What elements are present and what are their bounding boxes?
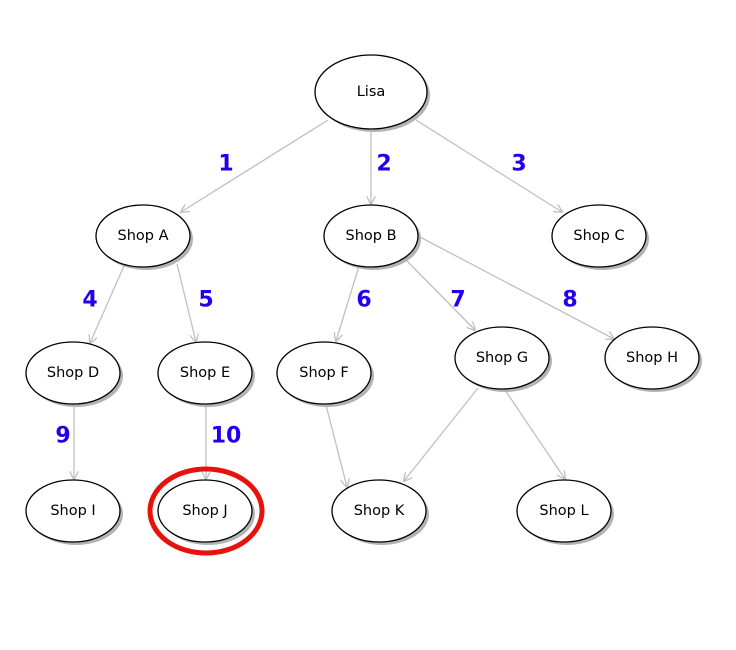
node-j[interactable]: Shop J xyxy=(147,466,265,556)
edge-label-3: 3 xyxy=(511,152,526,177)
edge-label-1: 1 xyxy=(218,152,233,177)
edge-label-9: 9 xyxy=(55,424,70,449)
node-label: Shop F xyxy=(299,365,348,381)
edge-label-8: 8 xyxy=(562,288,577,313)
edge-arrow-lisa-to-c xyxy=(415,119,562,212)
node-f[interactable]: Shop F xyxy=(276,341,374,407)
node-label: Shop D xyxy=(47,365,99,381)
node-h[interactable]: Shop H xyxy=(604,326,702,392)
node-label: Shop I xyxy=(50,503,95,519)
node-label: Lisa xyxy=(357,84,386,100)
node-label: Shop G xyxy=(476,350,528,366)
node-e[interactable]: Shop E xyxy=(157,341,255,407)
node-g[interactable]: Shop G xyxy=(454,326,552,392)
node-label: Shop K xyxy=(354,503,405,519)
node-d[interactable]: Shop D xyxy=(25,341,123,407)
edge-arrow-a-to-e xyxy=(176,263,196,342)
edge-arrow-f-to-k xyxy=(325,404,347,487)
edge-label-6: 6 xyxy=(356,288,371,313)
node-label: Shop B xyxy=(345,228,396,244)
node-label: Shop H xyxy=(626,350,678,366)
tree-diagram: 1 2 3 4 5 6 7 8 9 10 Lisa Shop A Shop B Shop C Shop D… xyxy=(25,54,702,556)
node-label: Shop L xyxy=(539,503,588,519)
node-k[interactable]: Shop K xyxy=(331,479,429,545)
node-label: Shop E xyxy=(180,365,230,381)
edge-label-4: 4 xyxy=(82,288,97,313)
edge-label-10: 10 xyxy=(211,424,242,449)
node-c[interactable]: Shop C xyxy=(551,204,649,270)
edge-arrow-lisa-to-a xyxy=(181,119,329,212)
node-label: Shop A xyxy=(118,228,169,244)
node-label: Shop C xyxy=(573,228,624,244)
node-lisa[interactable]: Lisa xyxy=(314,54,430,132)
edge-label-5: 5 xyxy=(198,288,213,313)
node-label: Shop J xyxy=(182,503,227,519)
edge-arrow-g-to-k xyxy=(404,387,479,481)
edge-arrow-g-to-l xyxy=(504,389,565,479)
node-i[interactable]: Shop I xyxy=(25,479,123,545)
node-l[interactable]: Shop L xyxy=(516,479,614,545)
edge-label-7: 7 xyxy=(450,288,465,313)
node-b[interactable]: Shop B xyxy=(323,204,421,270)
node-a[interactable]: Shop A xyxy=(95,204,193,270)
edge-label-2: 2 xyxy=(376,152,391,177)
edges-layer xyxy=(74,119,614,487)
